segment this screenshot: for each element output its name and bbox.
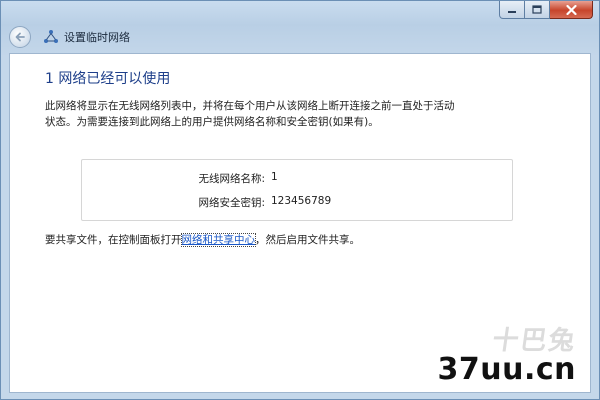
watermark-faded-text: 十巴兔 (489, 326, 579, 356)
close-button[interactable] (550, 1, 593, 19)
watermark-site: 37uu.cn (437, 352, 576, 387)
dialog-window: 设置临时网络 1 网络已经可以使用 此网络将显示在无线网络列表中，并将在每个用户… (0, 0, 600, 400)
share-prefix: 要共享文件，在控制面板打开 (45, 234, 182, 246)
network-info-box: 无线网络名称: 1 网络安全密钥: 123456789 (81, 159, 513, 221)
page-heading: 1 网络已经可以使用 (45, 71, 171, 87)
back-arrow-icon (15, 32, 25, 42)
maximize-icon (532, 5, 542, 14)
network-sharing-center-link[interactable]: 网络和共享中心 (180, 233, 256, 247)
share-instruction: 要共享文件，在控制面板打开网络和共享中心，然后启用文件共享。 (45, 232, 360, 247)
maximize-button[interactable] (525, 1, 550, 19)
back-button[interactable] (9, 26, 31, 48)
security-key-row: 网络安全密钥: 123456789 (82, 195, 512, 210)
description-line-1: 此网络将显示在无线网络列表中，并将在每个用户从该网络上断开连接之前一直处于活动 (45, 100, 455, 112)
network-name-label: 无线网络名称: (198, 173, 265, 185)
close-icon (565, 4, 577, 15)
share-suffix: ，然后启用文件共享。 (255, 234, 360, 246)
window-title: 设置临时网络 (64, 31, 130, 44)
network-name-value: 1 (271, 171, 278, 183)
caption-buttons (499, 1, 593, 19)
security-key-label: 网络安全密钥: (198, 197, 265, 209)
minimize-button[interactable] (499, 1, 525, 19)
header-bar: 设置临时网络 (9, 23, 130, 51)
network-name-row: 无线网络名称: 1 (82, 171, 512, 186)
content-panel: 1 网络已经可以使用 此网络将显示在无线网络列表中，并将在每个用户从该网络上断开… (9, 53, 591, 393)
network-icon (43, 29, 59, 45)
description: 此网络将显示在无线网络列表中，并将在每个用户从该网络上断开连接之前一直处于活动 … (45, 98, 565, 130)
minimize-icon (508, 10, 516, 13)
description-line-2: 状态。为需要连接到此网络上的用户提供网络名称和安全密钥(如果有)。 (45, 116, 379, 128)
watermark: 十巴兔 37uu.cn (437, 326, 579, 387)
security-key-value: 123456789 (271, 195, 332, 207)
